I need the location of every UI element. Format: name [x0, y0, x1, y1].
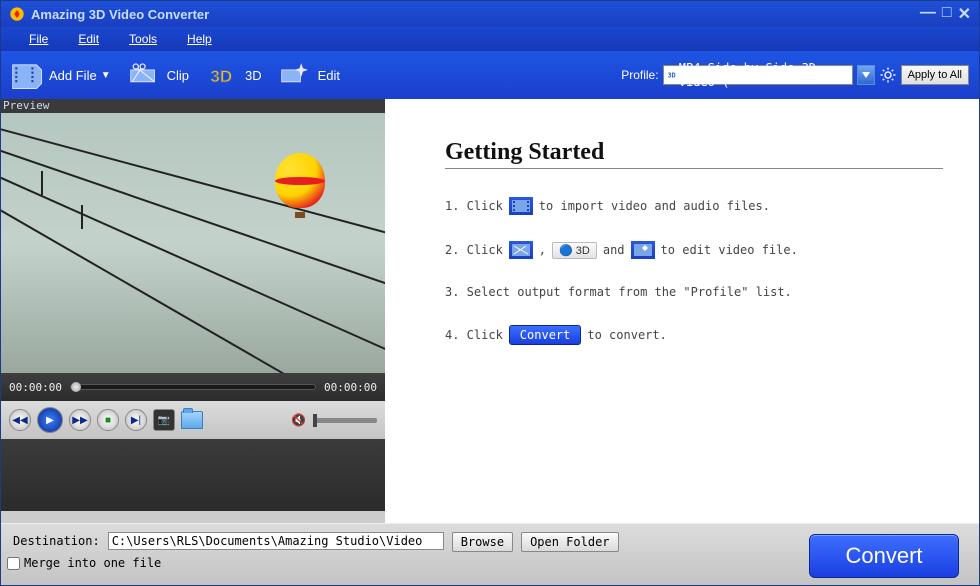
time-total: 00:00:00: [324, 381, 377, 394]
step-2: 2. Click , 🔵 3D and to edit video file.: [445, 241, 943, 259]
close-icon[interactable]: ✕: [958, 4, 971, 24]
preview-label: Preview: [1, 99, 385, 113]
step-3: 3. Select output format from the "Profil…: [445, 285, 943, 299]
chevron-down-icon: ▼: [101, 70, 111, 81]
3d-button-inline: 🔵 3D: [552, 242, 597, 259]
balloon-icon: [275, 153, 325, 218]
scissors-film-icon: [129, 61, 163, 89]
app-icon: [9, 6, 25, 22]
svg-text:3D: 3D: [667, 71, 675, 79]
profile-label: Profile:: [621, 68, 658, 82]
edit-button[interactable]: Edit: [280, 61, 340, 89]
clip-label: Clip: [167, 68, 189, 83]
title-text: Amazing 3D Video Converter: [31, 7, 920, 22]
gear-icon[interactable]: [879, 66, 897, 84]
menu-file[interactable]: File: [29, 32, 48, 46]
play-button[interactable]: ▶: [37, 407, 63, 433]
film-add-icon: [11, 61, 45, 89]
app-window: Amazing 3D Video Converter — □ ✕ File Ed…: [0, 0, 980, 586]
right-column: Getting Started 1. Click to import video…: [385, 99, 979, 523]
menu-tools[interactable]: Tools: [129, 32, 157, 46]
menu-help[interactable]: Help: [187, 32, 212, 46]
forward-button[interactable]: ▶▶: [69, 409, 91, 431]
film-icon-inline: [509, 197, 533, 215]
progress-row: 00:00:00 00:00:00: [1, 373, 385, 401]
destination-label: Destination:: [13, 534, 100, 548]
3d-icon: 3D: [207, 61, 241, 89]
video-preview[interactable]: [1, 113, 385, 373]
maximize-icon[interactable]: □: [942, 4, 952, 24]
titlebar: Amazing 3D Video Converter — □ ✕: [1, 1, 979, 27]
bottom-bar: Destination: Browse Open Folder Merge in…: [1, 523, 979, 585]
3d-button[interactable]: 3D 3D: [207, 61, 262, 89]
window-buttons: — □ ✕: [920, 4, 971, 24]
controls-row: ◀◀ ▶ ▶▶ ■ ▶| 📷 🔇: [1, 401, 385, 439]
apply-to-all-button[interactable]: Apply to All: [901, 65, 969, 85]
edit-wand-icon: [280, 61, 314, 89]
merge-label: Merge into one file: [24, 556, 161, 570]
step-4: 4. Click Convert to convert.: [445, 325, 943, 345]
open-folder-button[interactable]: Open Folder: [521, 532, 618, 552]
left-column: Preview 00:00:00 00:00:00: [1, 99, 385, 523]
add-file-button[interactable]: Add File ▼: [11, 61, 111, 89]
convert-button-inline: Convert: [509, 325, 582, 345]
step-1: 1. Click to import video and audio files…: [445, 197, 943, 215]
merge-checkbox[interactable]: Merge into one file: [7, 556, 161, 570]
clip-icon-inline: [509, 241, 533, 259]
toolbar: Add File ▼ Clip 3D 3D Edit Profile: 3D M…: [1, 51, 979, 99]
merge-checkbox-input[interactable]: [7, 557, 20, 570]
3d-label: 3D: [245, 68, 262, 83]
convert-button[interactable]: Convert: [809, 534, 959, 578]
seek-bar[interactable]: [70, 384, 316, 390]
volume-slider[interactable]: [313, 418, 377, 423]
menu-edit[interactable]: Edit: [78, 32, 99, 46]
profile-value: MP4 Side by Side 3D Video (: [679, 61, 849, 89]
profile-dropdown-icon[interactable]: [857, 65, 875, 85]
edit-icon-inline: [631, 241, 655, 259]
destination-input[interactable]: [108, 532, 444, 550]
3d-small-icon: 3D: [667, 68, 679, 82]
add-file-label: Add File: [49, 68, 97, 83]
middle-area: Preview 00:00:00 00:00:00: [1, 99, 979, 523]
browse-button[interactable]: Browse: [452, 532, 513, 552]
rewind-button[interactable]: ◀◀: [9, 409, 31, 431]
getting-started-title: Getting Started: [445, 139, 943, 169]
snapshot-button[interactable]: 📷: [153, 409, 175, 431]
folder-button[interactable]: [181, 411, 203, 429]
clip-button[interactable]: Clip: [129, 61, 189, 89]
profile-select[interactable]: 3D MP4 Side by Side 3D Video (: [663, 65, 853, 85]
profile-area: Profile: 3D MP4 Side by Side 3D Video ( …: [621, 65, 969, 85]
edit-label: Edit: [318, 68, 340, 83]
stop-button[interactable]: ■: [97, 409, 119, 431]
time-current: 00:00:00: [9, 381, 62, 394]
thumbnail-strip: [1, 439, 385, 511]
next-button[interactable]: ▶|: [125, 409, 147, 431]
mute-icon[interactable]: 🔇: [291, 412, 307, 428]
svg-text:3D: 3D: [210, 67, 232, 86]
menubar: File Edit Tools Help: [1, 27, 979, 51]
minimize-icon[interactable]: —: [920, 4, 936, 24]
